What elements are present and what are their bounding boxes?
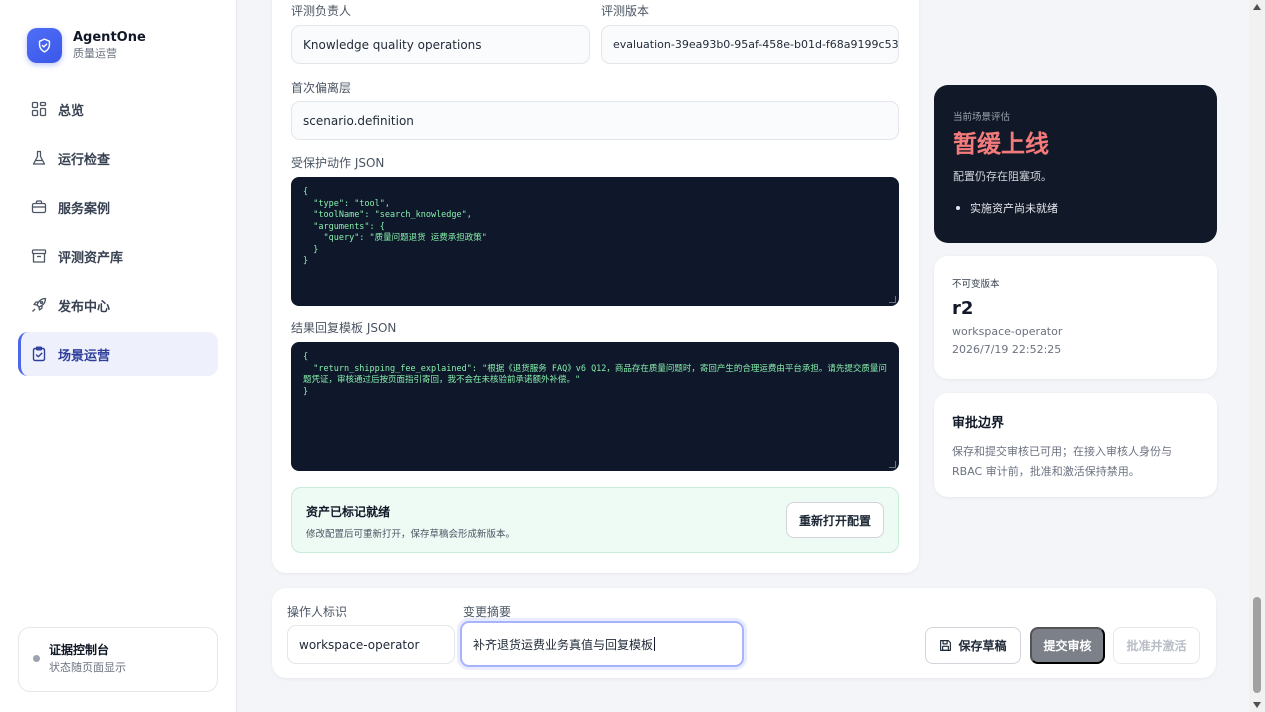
summary-value: 补齐退货运费业务真值与回复模板 — [473, 637, 654, 652]
version-operator: workspace-operator — [952, 325, 1063, 338]
owner-input[interactable]: Knowledge quality operations — [291, 25, 590, 64]
scroll-down-arrow-icon[interactable] — [1253, 702, 1261, 708]
flask-icon — [31, 150, 47, 166]
brand: AgentOne 质量运营 — [27, 28, 146, 63]
scroll-up-arrow-icon[interactable] — [1253, 4, 1261, 10]
first-deviation-input[interactable]: scenario.definition — [291, 101, 899, 140]
sidebar-item-scenario-ops[interactable]: 场景运营 — [18, 332, 218, 376]
immutable-version-card: 不可变版本 r2 workspace-operator 2026/7/19 22… — [934, 256, 1217, 379]
sidebar-item-run-check[interactable]: 运行检查 — [18, 136, 218, 180]
text-caret — [654, 637, 656, 651]
status-description: 配置仍存在阻塞项。 — [953, 170, 1052, 183]
sidebar-nav: 总览 运行检查 服务案例 评测资产库 发布中心 场景运营 — [18, 87, 218, 381]
scenario-form-card: 评测负责人 Knowledge quality operations 评测版本 … — [272, 0, 919, 573]
protected-action-label: 受保护动作 JSON — [291, 156, 385, 170]
status-title: 暂缓上线 — [953, 130, 1049, 158]
page-scrollbar[interactable] — [1249, 0, 1265, 712]
scrollbar-thumb[interactable] — [1253, 597, 1261, 693]
version-input[interactable]: evaluation-39ea93b0-95af-458e-b01d-f68a9… — [601, 25, 899, 64]
protected-action-editor[interactable]: { "type": "tool", "toolName": "search_kn… — [291, 177, 899, 306]
sidebar-item-service-cases[interactable]: 服务案例 — [18, 185, 218, 229]
blocker-text: 实施资产尚未就绪 — [970, 202, 1058, 215]
sidebar-item-label: 场景运营 — [58, 348, 111, 364]
grid-icon — [31, 101, 47, 117]
scenario-status-card: 当前场景评估 暂缓上线 配置仍存在阻塞项。 实施资产尚未就绪 — [934, 85, 1217, 243]
reply-template-editor[interactable]: { "return_shipping_fee_explained": "根据《退… — [291, 342, 899, 471]
evidence-title: 证据控制台 — [49, 643, 110, 657]
version-timestamp: 2026/7/19 22:52:25 — [952, 343, 1062, 356]
sidebar-item-label: 评测资产库 — [58, 250, 124, 266]
sidebar-item-label: 总览 — [58, 103, 85, 119]
sidebar-item-assets[interactable]: 评测资产库 — [18, 234, 218, 278]
blocker-item: 实施资产尚未就绪 — [953, 200, 1217, 216]
reply-template-json: { "return_shipping_fee_explained": "根据《退… — [303, 352, 887, 397]
reopen-config-button[interactable]: 重新打开配置 — [786, 502, 884, 538]
sidebar-item-overview[interactable]: 总览 — [18, 87, 218, 131]
protected-action-json: { "type": "tool", "toolName": "search_kn… — [303, 187, 487, 266]
approval-title: 审批边界 — [952, 416, 1005, 431]
summary-input[interactable]: 补齐退货运费业务真值与回复模板 — [460, 621, 744, 667]
ready-title: 资产已标记就绪 — [306, 505, 391, 519]
save-icon — [939, 639, 952, 652]
save-draft-button[interactable]: 保存草稿 — [925, 627, 1021, 664]
version-label: 评测版本 — [601, 4, 650, 18]
approve-activate-button[interactable]: 批准并激活 — [1113, 627, 1200, 664]
evidence-subtitle: 状态随页面显示 — [49, 661, 126, 674]
sidebar-item-label: 运行检查 — [58, 152, 111, 168]
first-deviation-label: 首次偏离层 — [291, 81, 352, 95]
reply-template-label: 结果回复模板 JSON — [291, 321, 397, 335]
approval-boundary-card: 审批边界 保存和提交审核已可用；在接入审核人身份与 RBAC 审计前，批准和激活… — [934, 393, 1217, 497]
status-dot — [33, 655, 40, 662]
resize-handle[interactable] — [889, 296, 896, 303]
shield-check-icon — [27, 28, 62, 63]
bullet-icon — [956, 206, 960, 210]
evidence-console[interactable]: 证据控制台 状态随页面显示 — [18, 627, 218, 692]
clipboard-check-icon — [31, 346, 47, 362]
archive-icon — [31, 248, 47, 264]
bottom-action-bar: 操作人标识 workspace-operator 变更摘要 补齐退货运费业务真值… — [272, 588, 1216, 678]
save-draft-label: 保存草稿 — [958, 639, 1007, 653]
sidebar-item-release[interactable]: 发布中心 — [18, 283, 218, 327]
owner-label: 评测负责人 — [291, 4, 352, 18]
operator-label: 操作人标识 — [287, 605, 348, 619]
version-card-label: 不可变版本 — [952, 279, 1000, 290]
operator-input[interactable]: workspace-operator — [287, 625, 455, 664]
rocket-icon — [31, 297, 47, 313]
brand-name: AgentOne — [73, 29, 146, 45]
sidebar-item-label: 发布中心 — [58, 299, 111, 315]
sidebar-item-label: 服务案例 — [58, 201, 111, 217]
briefcase-icon — [31, 199, 47, 215]
ready-subtitle: 修改配置后可重新打开，保存草稿会形成新版本。 — [306, 529, 516, 540]
asset-ready-notice: 资产已标记就绪 修改配置后可重新打开，保存草稿会形成新版本。 重新打开配置 — [291, 487, 899, 553]
brand-subtitle: 质量运营 — [73, 46, 117, 60]
sidebar: AgentOne 质量运营 总览 运行检查 服务案例 评测资产库 发布中心 场景… — [0, 0, 237, 712]
version-number: r2 — [952, 298, 974, 319]
approval-description: 保存和提交审核已可用；在接入审核人身份与 RBAC 审计前，批准和激活保持禁用。 — [952, 445, 1172, 478]
submit-review-button[interactable]: 提交审核 — [1030, 627, 1105, 664]
resize-handle[interactable] — [889, 461, 896, 468]
summary-label: 变更摘要 — [463, 605, 512, 619]
status-label: 当前场景评估 — [953, 112, 1011, 123]
